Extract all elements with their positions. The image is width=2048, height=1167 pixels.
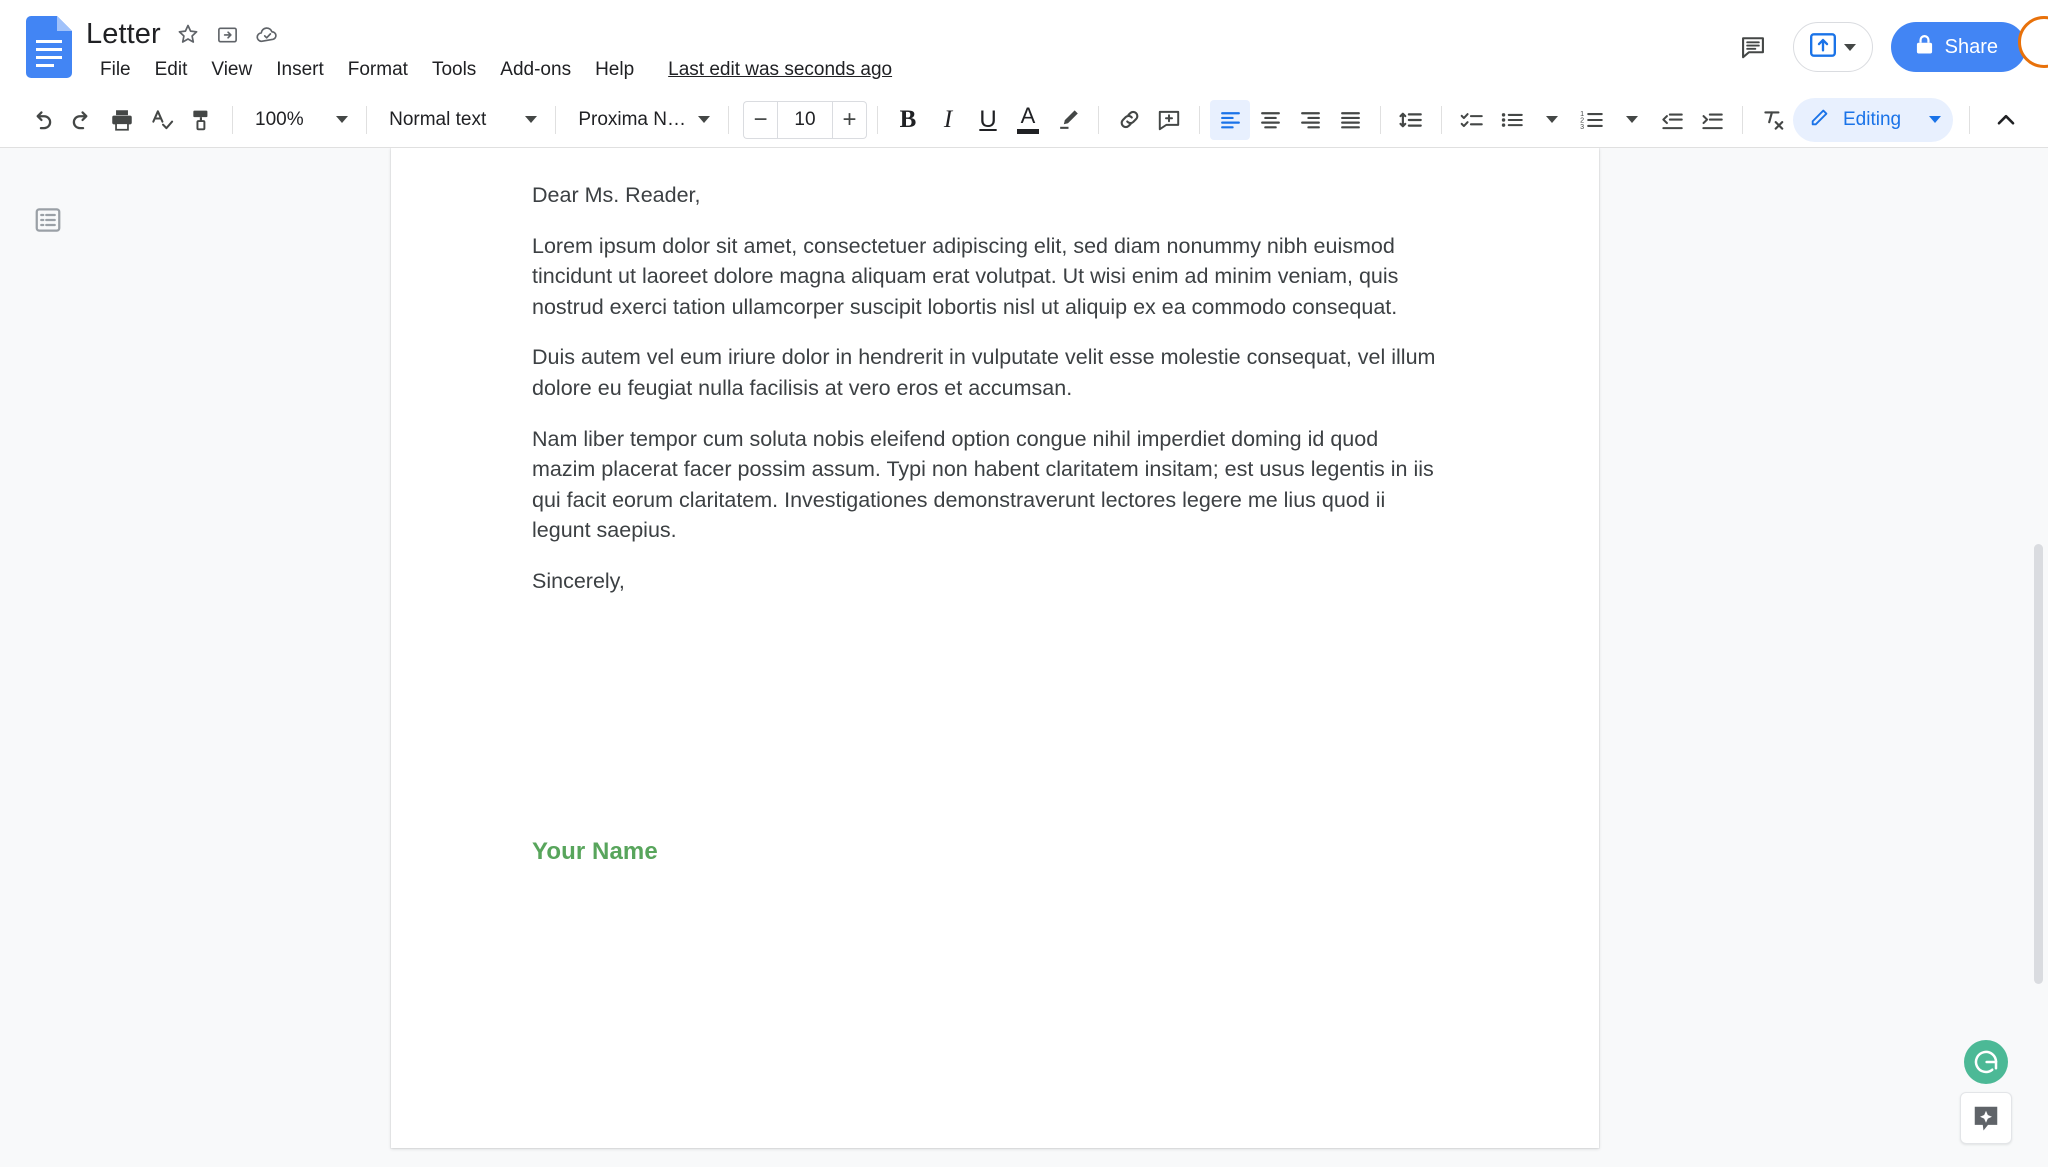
google-docs-logo[interactable]: [26, 16, 72, 78]
move-to-folder-icon[interactable]: [215, 21, 241, 47]
paragraph-2: Duis autem vel eum iriure dolor in hendr…: [532, 345, 1436, 400]
checklist-icon[interactable]: [1452, 100, 1492, 140]
bulleted-list-icon[interactable]: [1492, 100, 1532, 140]
font-size-stepper: − 10 +: [743, 100, 867, 139]
last-edit-status[interactable]: Last edit was seconds ago: [668, 59, 892, 81]
font-size-increase-button[interactable]: +: [833, 100, 867, 139]
undo-icon[interactable]: [22, 100, 62, 140]
outline-rail: [0, 148, 390, 1166]
highlight-pen-icon[interactable]: [1048, 100, 1088, 140]
title-and-menu: Letter File Edit View Insert Format Tool…: [86, 10, 892, 84]
grammarly-icon[interactable]: [1964, 1040, 2008, 1084]
menu-item-help[interactable]: Help: [583, 56, 646, 84]
menu-item-file[interactable]: File: [88, 56, 143, 84]
add-comment-icon[interactable]: [1149, 100, 1189, 140]
toolbar-divider: [1969, 105, 1970, 134]
share-button[interactable]: Share: [1890, 22, 2026, 72]
closing: Sincerely,: [532, 568, 625, 593]
paragraph-style-select[interactable]: Normal text: [377, 100, 545, 140]
font-size-input[interactable]: 10: [777, 100, 833, 139]
print-icon[interactable]: [102, 100, 142, 140]
text-color-swatch: [1017, 129, 1039, 134]
formatting-toolbar: 100% Normal text Proxima N… − 10 + B I U…: [0, 92, 2048, 148]
paragraph-style-value: Normal text: [389, 108, 487, 130]
collapse-toolbar-button[interactable]: [1986, 100, 2026, 140]
decrease-indent-icon[interactable]: [1652, 100, 1692, 140]
menu-item-edit[interactable]: Edit: [143, 56, 200, 84]
line-spacing-icon[interactable]: [1391, 100, 1431, 140]
underline-button[interactable]: U: [968, 100, 1008, 140]
star-icon[interactable]: [175, 21, 201, 47]
document-body[interactable]: Dear Ms. Reader, Lorem ipsum dolor sit a…: [532, 180, 1437, 617]
zoom-value: 100%: [255, 108, 304, 130]
page-title[interactable]: Letter: [86, 18, 161, 51]
bold-button[interactable]: B: [888, 100, 928, 140]
lock-icon: [1915, 34, 1934, 61]
align-right-icon[interactable]: [1290, 100, 1330, 140]
bulleted-list-dropdown[interactable]: [1532, 100, 1572, 140]
increase-indent-icon[interactable]: [1692, 100, 1732, 140]
chevron-down-icon: [1929, 116, 1941, 123]
toolbar-divider: [366, 105, 368, 134]
salutation: Dear Ms. Reader,: [532, 183, 701, 207]
font-size-decrease-button[interactable]: −: [743, 100, 777, 139]
cloud-saved-icon[interactable]: [255, 21, 281, 47]
document-canvas: Dear Ms. Reader, Lorem ipsum dolor sit a…: [0, 148, 2048, 1166]
font-family-value: Proxima N…: [578, 108, 686, 130]
chevron-down-icon: [525, 116, 538, 123]
header-actions: Share: [1731, 10, 2030, 72]
present-icon: [1808, 32, 1838, 63]
toolbar-divider: [1199, 105, 1200, 134]
align-left-icon[interactable]: [1210, 99, 1250, 140]
document-page[interactable]: Dear Ms. Reader, Lorem ipsum dolor sit a…: [391, 148, 1599, 1148]
menu-item-insert[interactable]: Insert: [264, 56, 336, 84]
document-outline-icon[interactable]: [24, 196, 72, 244]
zoom-select[interactable]: 100%: [243, 100, 356, 140]
chevron-down-icon: [1843, 43, 1856, 51]
chevron-down-icon: [698, 116, 710, 123]
top-bar: Letter File Edit View Insert Format Tool…: [0, 0, 2048, 92]
spellcheck-icon[interactable]: [142, 100, 182, 140]
explore-sparkle-icon[interactable]: [1960, 1092, 2012, 1144]
menu-item-format[interactable]: Format: [336, 56, 420, 84]
text-color-button[interactable]: A: [1008, 100, 1048, 140]
clear-formatting-icon[interactable]: [1753, 100, 1793, 140]
editing-mode-label: Editing: [1843, 108, 1902, 130]
numbered-list-dropdown[interactable]: [1612, 100, 1652, 140]
share-label: Share: [1944, 35, 1998, 58]
menu-item-view[interactable]: View: [199, 56, 264, 84]
font-family-select[interactable]: Proxima N…: [566, 100, 718, 140]
italic-button[interactable]: I: [928, 100, 968, 140]
paragraph-1: Lorem ipsum dolor sit amet, consectetuer…: [532, 233, 1399, 319]
align-center-icon[interactable]: [1250, 100, 1290, 140]
toolbar-divider: [1441, 105, 1442, 134]
editing-mode-button[interactable]: Editing: [1793, 97, 1953, 142]
title-row: Letter: [86, 14, 892, 54]
toolbar-divider: [728, 105, 729, 134]
menu-item-add-ons[interactable]: Add-ons: [488, 56, 583, 84]
numbered-list-icon[interactable]: 1 2 3: [1572, 100, 1612, 140]
chevron-down-icon: [336, 116, 349, 123]
toolbar-divider: [555, 105, 557, 134]
paint-format-icon[interactable]: [182, 100, 222, 140]
menu-bar: File Edit View Insert Format Tools Add-o…: [88, 56, 892, 84]
comment-history-icon[interactable]: [1731, 25, 1775, 69]
toolbar-divider: [232, 105, 233, 134]
insert-link-icon[interactable]: [1109, 100, 1149, 140]
text-color-label: A: [1020, 103, 1036, 128]
signature-line: Your Name: [532, 838, 658, 865]
vertical-scrollbar[interactable]: [2032, 148, 2046, 1166]
svg-text:3: 3: [1580, 122, 1584, 130]
present-button[interactable]: [1792, 22, 1873, 72]
toolbar-divider: [1098, 105, 1099, 134]
toolbar-divider: [1380, 105, 1381, 134]
align-justify-icon[interactable]: [1330, 100, 1370, 140]
menu-item-tools[interactable]: Tools: [420, 56, 488, 84]
toolbar-divider: [1742, 105, 1743, 134]
pencil-icon: [1809, 106, 1831, 134]
vertical-scrollbar-thumb[interactable]: [2034, 544, 2043, 984]
toolbar-divider: [877, 105, 878, 134]
paragraph-3: Nam liber tempor cum soluta nobis eleife…: [532, 426, 1434, 543]
redo-icon[interactable]: [62, 100, 102, 140]
